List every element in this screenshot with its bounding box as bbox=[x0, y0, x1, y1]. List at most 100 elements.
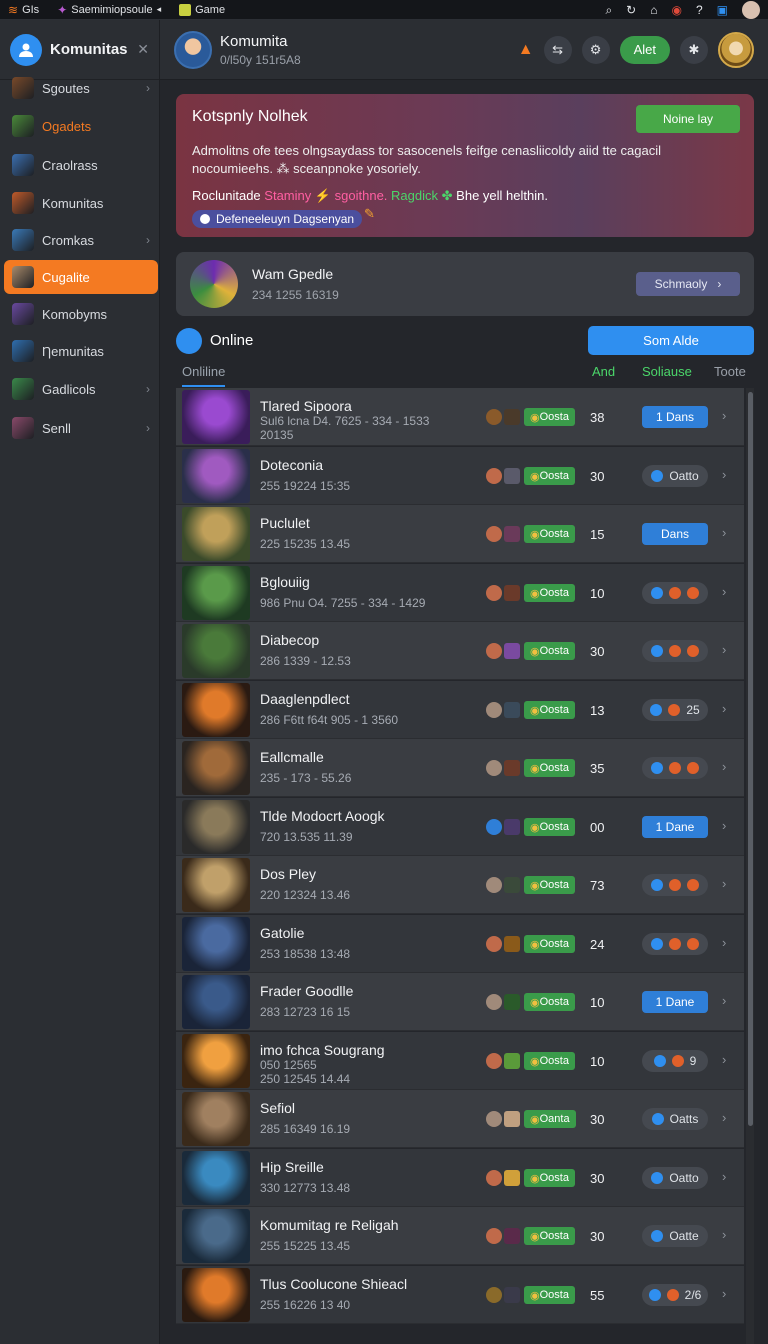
chevron-right-icon[interactable]: › bbox=[722, 525, 726, 540]
tab-online[interactable]: Onliline bbox=[182, 364, 226, 387]
list-item[interactable]: Komumitag re Religah 255 15225 13.45 ◉ Oos… bbox=[176, 1207, 744, 1265]
sidebar-item[interactable]: Cromkas › bbox=[4, 223, 158, 257]
action-button[interactable]: Oatts bbox=[642, 1108, 708, 1130]
alert-button[interactable]: Alet bbox=[619, 35, 670, 64]
chevron-right-icon[interactable]: › bbox=[722, 642, 726, 657]
action-button[interactable]: 9 bbox=[642, 1050, 708, 1072]
chevron-right-icon[interactable]: › bbox=[722, 818, 726, 833]
chevron-right-icon[interactable]: › bbox=[722, 993, 726, 1008]
list-item[interactable]: Doteconia 255 19224 15:35 ◉ Oosta 30 Oatto › bbox=[176, 447, 744, 505]
sidebar-item-label: Ogadets bbox=[42, 118, 92, 134]
pencil-icon[interactable]: ✎ bbox=[364, 206, 375, 222]
topbar-item-app[interactable]: ✦ Saemimiopsoule ◂ bbox=[57, 4, 161, 16]
join-button[interactable]: 1 Dane bbox=[642, 991, 708, 1013]
column-toote[interactable]: Toote bbox=[714, 364, 746, 379]
chevron-right-icon[interactable]: › bbox=[722, 1227, 726, 1242]
action-button[interactable] bbox=[642, 874, 708, 896]
chevron-right-icon[interactable]: › bbox=[722, 876, 726, 891]
action-button[interactable]: Oatto bbox=[642, 1167, 708, 1189]
sidebar-item[interactable]: Gadlicols › bbox=[4, 372, 158, 406]
status-badge-label: Oosta bbox=[539, 938, 569, 950]
topbar-item-gis[interactable]: ≋ GIs bbox=[8, 4, 39, 16]
chevron-right-icon[interactable]: › bbox=[722, 1052, 726, 1067]
list-item[interactable]: Hip Sreille 330 12773 13.48 ◉ Oosta 30 Oatto… bbox=[176, 1149, 744, 1207]
list-item[interactable]: Eallcmalle 235 - 173 - 55.26 ◉ Oosta 35 › bbox=[176, 739, 744, 797]
user-avatar[interactable] bbox=[718, 31, 754, 68]
game-card-button[interactable]: Schmaoly › bbox=[636, 272, 740, 296]
chevron-right-icon[interactable]: › bbox=[722, 467, 726, 482]
join-button[interactable]: 1 Dans bbox=[642, 406, 708, 428]
list-item[interactable]: imo fchca Sougrang 050 12565 250 12545 14.… bbox=[176, 1032, 744, 1090]
settings-button[interactable]: ✱ bbox=[680, 35, 708, 64]
sidebar-item[interactable]: Senll › bbox=[4, 411, 158, 445]
sidebar-item[interactable]: Cugalite bbox=[4, 260, 158, 294]
list-item[interactable]: Diabecop 286 1339 - 12.53 ◉ Oosta 30 › bbox=[176, 622, 744, 680]
list-item[interactable]: Dos Pley 220 12324 13.46 ◉ Oosta 73 › bbox=[176, 856, 744, 914]
action-button-label: 9 bbox=[689, 1054, 697, 1068]
list-item-count: 24 bbox=[590, 937, 605, 952]
list-item[interactable]: Daaglenpdlect 286 F6tt f64t 905 - 1 3560 ◉… bbox=[176, 681, 744, 739]
community-avatar[interactable] bbox=[174, 30, 212, 69]
chevron-right-icon[interactable]: › bbox=[722, 1110, 726, 1125]
sidebar-item[interactable]: Sgoutes › bbox=[4, 71, 158, 105]
list-item[interactable]: Tlared Sipoora Sul6 lcna D4. 7625 - 334 -… bbox=[176, 388, 744, 446]
list-item-title: Bglouiig bbox=[260, 574, 310, 590]
list-item[interactable]: Puclulet 225 15235 13.45 ◉ Oosta 15 Dans › bbox=[176, 505, 744, 563]
sidebar-item[interactable]: Ƞemunitas bbox=[4, 334, 158, 368]
list-item[interactable]: Bglouiig 986 Pnu O4. 7255 - 334 - 1429 ◉ O… bbox=[176, 564, 744, 622]
close-icon[interactable]: ✕ bbox=[137, 41, 149, 58]
chevron-right-icon[interactable]: › bbox=[722, 759, 726, 774]
chevron-right-icon[interactable]: › bbox=[722, 1286, 726, 1301]
action-button[interactable]: 25 bbox=[642, 699, 708, 721]
list-item[interactable]: Frader Goodlle 283 12723 16 15 ◉ Oosta 10 1 … bbox=[176, 973, 744, 1031]
notice-pill[interactable]: Defeneeleuyn Dagsenyan bbox=[192, 210, 363, 228]
notice-button[interactable]: Noine lay bbox=[636, 105, 740, 133]
coin-icon: ◉ bbox=[530, 1113, 540, 1126]
action-button[interactable] bbox=[642, 582, 708, 604]
action-button[interactable] bbox=[642, 933, 708, 955]
profile-avatar-icon[interactable] bbox=[742, 0, 760, 19]
settings-toggle-button[interactable]: ⚙ bbox=[581, 35, 610, 64]
column-soliause[interactable]: Soliause bbox=[642, 364, 692, 379]
action-button-label: Oatte bbox=[669, 1229, 699, 1243]
action-button[interactable] bbox=[642, 640, 708, 662]
topbar-item-game[interactable]: Game bbox=[179, 3, 225, 16]
action-button[interactable]: Oatto bbox=[642, 465, 708, 487]
chevron-right-icon[interactable]: › bbox=[722, 701, 726, 716]
sidebar-item[interactable]: Komunitas bbox=[4, 186, 158, 220]
sidebar-item[interactable]: Komobyms bbox=[4, 297, 158, 331]
list-item-count: 30 bbox=[590, 1171, 605, 1186]
list-item[interactable]: Tlde Modocrt Aoogk 720 13.535 11.39 ◉ Oost… bbox=[176, 798, 744, 856]
warning-icon[interactable]: ▲ bbox=[518, 41, 534, 58]
chevron-right-icon[interactable]: › bbox=[722, 408, 726, 423]
scrollbar-thumb[interactable] bbox=[748, 392, 753, 1126]
refresh-icon[interactable]: ↻ bbox=[626, 4, 636, 16]
list-item[interactable]: Sefiol 285 16349 16.19 ◉ Oanta 30 Oatts › bbox=[176, 1090, 744, 1148]
home-icon[interactable]: ⌂ bbox=[650, 4, 657, 16]
online-action-button[interactable]: Som Alde bbox=[588, 326, 754, 355]
sidebar-item[interactable]: Craolrass bbox=[4, 148, 158, 182]
action-button[interactable]: Oatte bbox=[642, 1225, 708, 1247]
sync-button[interactable]: ⇆ bbox=[543, 35, 572, 64]
join-button[interactable]: 1 Dane bbox=[642, 816, 708, 838]
status-badge: ◉ Oosta bbox=[524, 1169, 575, 1187]
column-and[interactable]: And bbox=[592, 364, 615, 379]
chevron-right-icon[interactable]: › bbox=[722, 935, 726, 950]
chevron-right-icon[interactable]: › bbox=[722, 1169, 726, 1184]
join-button[interactable]: Dans bbox=[642, 523, 708, 545]
notice-line-tag[interactable]: Ragdick bbox=[391, 188, 438, 203]
action-button[interactable] bbox=[642, 757, 708, 779]
notification-icon[interactable]: ◉ bbox=[671, 4, 681, 16]
sidebar-item[interactable]: Ogadets bbox=[4, 109, 158, 143]
chevron-right-icon[interactable]: › bbox=[722, 584, 726, 599]
system-top-bar: ≋ GIs ✦ Saemimiopsoule ◂ Game ⌕ ↻ ⌂ ◉ ? … bbox=[0, 0, 768, 20]
status-badge: ◉ Oosta bbox=[524, 1052, 575, 1070]
action-button[interactable]: 2/6 bbox=[642, 1284, 708, 1306]
help-icon[interactable]: ? bbox=[696, 4, 703, 16]
list-item[interactable]: Tlus Coolucone Shieacl 255 16226 13 40 ◉ O… bbox=[176, 1266, 744, 1324]
sidebar-item-icon bbox=[12, 154, 34, 176]
search-icon[interactable]: ⌕ bbox=[605, 4, 612, 16]
list-item[interactable]: Gatolie 253 18538 13:48 ◉ Oosta 24 › bbox=[176, 915, 744, 973]
window-icon[interactable]: ▣ bbox=[717, 4, 728, 16]
page-subtitle: 0/l50y 151r5A8 bbox=[220, 52, 301, 67]
